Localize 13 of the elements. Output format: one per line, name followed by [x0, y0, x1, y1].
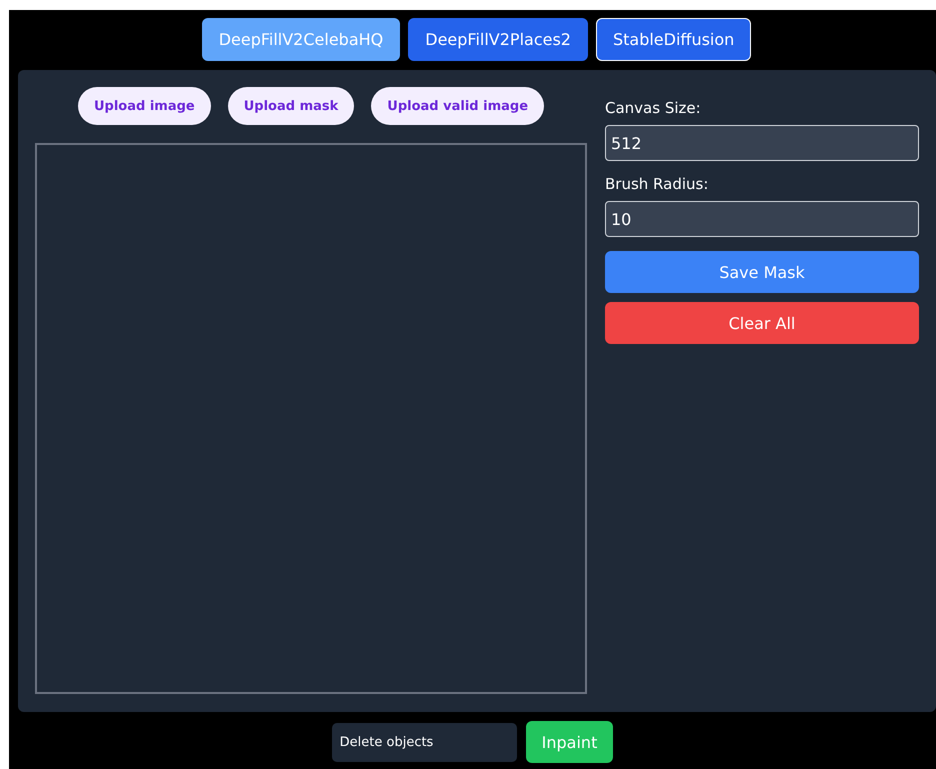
input-field[interactable]: 10	[605, 201, 919, 237]
upload-button[interactable]: Upload valid image	[371, 87, 544, 125]
drawing-canvas[interactable]	[35, 143, 587, 694]
input-field[interactable]: 512	[605, 125, 919, 161]
field-label: Brush Radius:	[605, 175, 710, 193]
model-tab[interactable]: StableDiffusion	[596, 18, 752, 61]
save-button[interactable]: Save Mask	[605, 251, 919, 293]
upload-button[interactable]: Upload image	[78, 87, 211, 125]
upload-button[interactable]: Upload mask	[228, 87, 354, 125]
field-label: Canvas Size:	[605, 99, 702, 117]
model-tab[interactable]: DeepFillV2Places2	[408, 18, 588, 61]
prompt-field[interactable]: Delete objects	[332, 722, 517, 762]
clear-button[interactable]: Clear All	[605, 302, 919, 344]
